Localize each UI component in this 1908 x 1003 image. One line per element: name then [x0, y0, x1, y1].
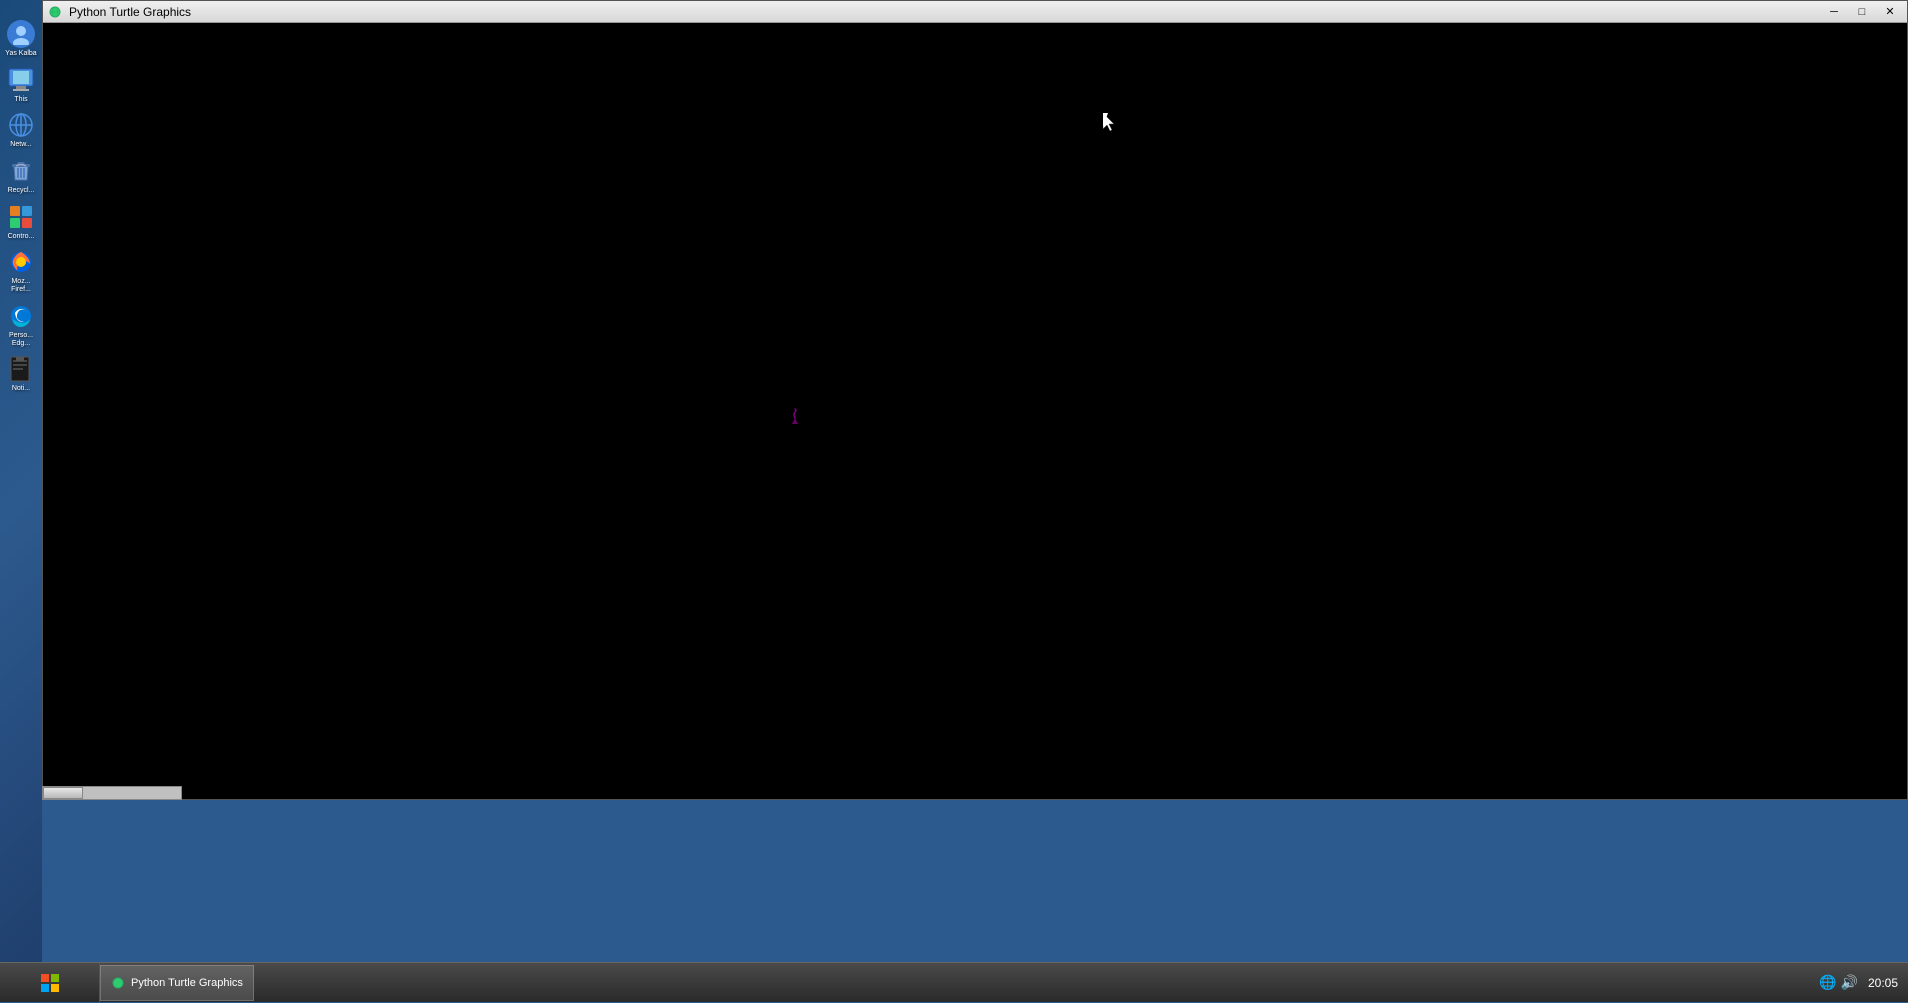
desktop-icon-list: Yas Kalba This Netw...	[0, 20, 42, 393]
desktop-icon-recycle-bin[interactable]: Recycl...	[1, 157, 41, 195]
minimize-button[interactable]: ─	[1821, 3, 1847, 21]
desktop-icon-control-panel-label: Contro...	[8, 233, 35, 241]
clock-time: 20:05	[1868, 976, 1898, 990]
window-controls: ─ □ ✕	[1821, 3, 1903, 21]
tray-network-icon[interactable]: 🌐	[1819, 974, 1836, 991]
desktop-icon-recycle-bin-label: Recycl...	[8, 187, 35, 195]
system-tray: 🌐 🔊	[1819, 974, 1858, 991]
taskbar-tray: 🌐 🔊 20:05	[1809, 974, 1908, 991]
desktop-icon-user[interactable]: Yas Kalba	[1, 20, 41, 58]
desktop-icon-notepad[interactable]: Noti...	[1, 355, 41, 393]
titlebar: Python Turtle Graphics ─ □ ✕	[43, 1, 1907, 23]
desktop-icon-network[interactable]: Netw...	[1, 111, 41, 149]
taskbar: Python Turtle Graphics 🌐 🔊 20:05	[0, 962, 1908, 1002]
tray-volume-icon[interactable]: 🔊	[1841, 974, 1858, 991]
window-title: Python Turtle Graphics	[69, 5, 1821, 19]
desktop-icon-firefox[interactable]: Moz...Firef...	[1, 248, 41, 293]
desktop-icon-control-panel[interactable]: Contro...	[1, 203, 41, 241]
scrollbar-thumb[interactable]	[43, 787, 83, 799]
taskbar-turtle-label: Python Turtle Graphics	[131, 977, 243, 989]
turtle-graphics-window: Python Turtle Graphics ─ □ ✕	[42, 0, 1908, 800]
desktop-icon-notepad-label: Noti...	[12, 385, 30, 393]
mouse-cursor	[1103, 113, 1115, 131]
desktop-icon-user-label: Yas Kalba	[5, 50, 36, 58]
desktop-icon-edge-label: Perso...Edg...	[9, 332, 33, 347]
turtle-figure	[785, 408, 805, 433]
close-button[interactable]: ✕	[1877, 3, 1903, 21]
taskbar-turtle-item[interactable]: Python Turtle Graphics	[100, 965, 254, 1001]
desktop-icon-edge[interactable]: Perso...Edg...	[1, 302, 41, 347]
horizontal-scrollbar[interactable]	[42, 786, 182, 800]
desktop-icon-this-pc-label: This	[14, 96, 27, 104]
desktop-icon-network-label: Netw...	[10, 141, 31, 149]
start-button[interactable]	[0, 963, 100, 1003]
turtle-canvas[interactable]	[43, 23, 1907, 799]
desktop-icon-firefox-label: Moz...Firef...	[11, 278, 31, 293]
turtle-icon	[47, 4, 63, 20]
desktop-icon-this-pc[interactable]: This	[1, 66, 41, 104]
restore-button[interactable]: □	[1849, 3, 1875, 21]
taskbar-items: Python Turtle Graphics	[100, 963, 1809, 1002]
taskbar-clock: 20:05	[1868, 976, 1898, 990]
